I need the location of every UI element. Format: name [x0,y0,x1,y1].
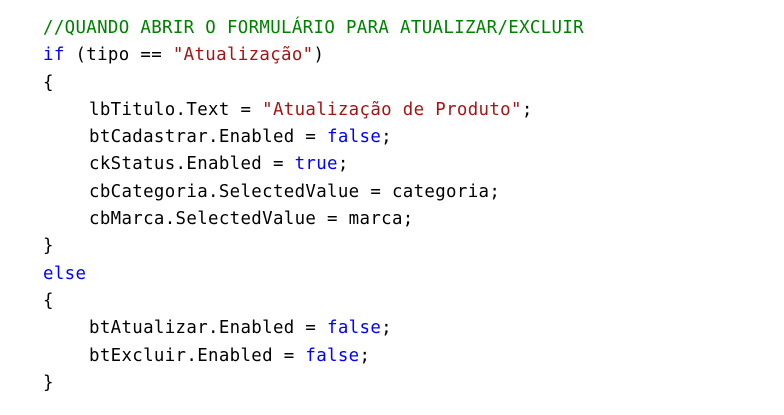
code-line: ckStatus.Enabled = true; [43,151,584,178]
code-token-plain: cbCategoria.SelectedValue = categoria; [89,181,501,202]
code-token-keyword: false [327,127,382,148]
code-token-keyword: false [327,318,382,339]
code-token-string: "Atualização de Produto" [262,99,522,120]
code-token-keyword: else [43,263,87,284]
code-line: { [43,70,584,97]
code-token-plain: btCadastrar.Enabled = [89,127,328,148]
code-line: btExcluir.Enabled = false; [43,343,584,370]
code-token-plain: btExcluir.Enabled = [89,345,306,366]
code-token-plain: ; [381,318,392,339]
code-token-plain: lbTitulo.Text = [89,99,263,120]
code-token-comment: //QUANDO ABRIR O FORMULÁRIO PARA ATUALIZ… [43,18,585,38]
code-token-plain: btAtualizar.Enabled = [89,318,328,339]
code-line: cbCategoria.SelectedValue = categoria; [43,179,584,206]
code-token-keyword: if [43,45,65,66]
code-token-plain: ) [313,45,325,66]
code-token-plain: } [43,372,54,393]
code-token-plain: ckStatus.Enabled = [89,154,295,175]
code-line: } [43,233,584,260]
code-token-plain: } [43,236,54,257]
code-token-plain: { [43,72,54,93]
code-line: //QUANDO ABRIR O FORMULÁRIO PARA ATUALIZ… [43,15,584,42]
code-line: } [43,370,584,397]
code-token-string: "Atualização" [172,45,314,66]
code-line: btAtualizar.Enabled = false; [43,315,584,342]
code-token-plain: { [43,290,54,311]
code-snippet: //QUANDO ABRIR O FORMULÁRIO PARA ATUALIZ… [43,15,584,397]
code-line: lbTitulo.Text = "Atualização de Produto"… [43,97,584,124]
code-token-plain: ; [381,127,392,148]
code-token-keyword: false [305,345,360,366]
code-token-plain: ; [521,99,533,120]
code-line: btCadastrar.Enabled = false; [43,124,584,151]
code-token-plain: cbMarca.SelectedValue = marca; [89,209,414,230]
code-line: else [43,261,584,288]
code-token-keyword: true [294,154,338,175]
code-token-plain: ; [337,154,349,175]
code-token-plain: ; [359,345,371,366]
code-token-plain: (tipo == [64,45,173,66]
code-line: cbMarca.SelectedValue = marca; [43,206,584,233]
code-line: { [43,288,584,315]
code-line: if (tipo == "Atualização") [43,42,584,69]
